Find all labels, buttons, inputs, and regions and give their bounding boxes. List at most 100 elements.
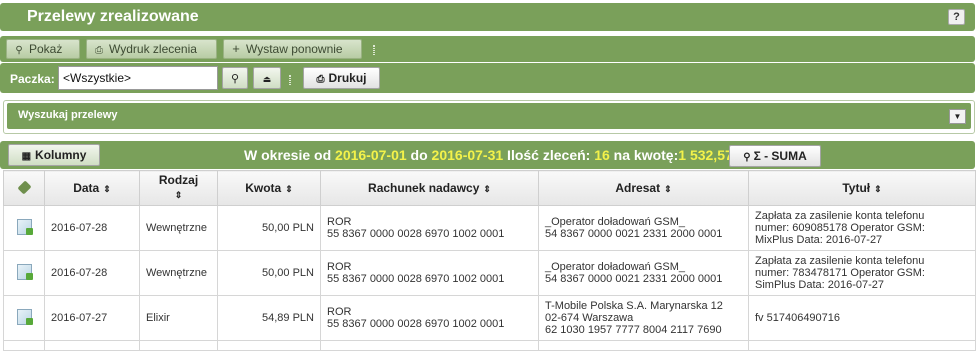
cell-title: Zapłata za zasilenie konta telefonu numer… (748, 205, 976, 251)
recipient-line: _Operator doładowań GSM_ (545, 261, 686, 273)
eject-button[interactable]: ⏏ (253, 67, 281, 89)
action-toolbar: ⚲ Pokaż ⎙ Wydruk zlecenia + Wystaw ponownie (0, 36, 975, 62)
search-icon: ⚲ (743, 152, 751, 163)
title-line: fv 517406490716 (755, 312, 841, 324)
summary-text: W okresie od 2016-07-01 do 2016-07-31 Il… (244, 147, 733, 163)
table-row[interactable]: 2016-07-27 Elixir 54,89 PLN ROR 55 8367 0… (3, 295, 976, 341)
eject-icon: ⏏ (262, 74, 272, 84)
cell-recipient: T-Mobile Polska S.A. Marynarska 12 02-674… (538, 295, 749, 341)
table-row[interactable]: 2016-07-28 Wewnętrzne 50,00 PLN ROR 55 83… (3, 250, 976, 296)
toolbar-separator (289, 75, 291, 85)
total-amount: 1 532,57 (678, 147, 733, 163)
print-order-label: Wydruk zlecenia (109, 42, 197, 56)
search-icon: ⚲ (230, 73, 240, 85)
header-date[interactable]: Data ⇕ (44, 170, 140, 206)
sender-name: ROR (327, 261, 352, 273)
cell-sender: ROR 55 8367 0000 0028 6970 1002 0001 (320, 205, 539, 251)
summary-amount-label: na kwotę: (609, 147, 679, 163)
summary-period-label: W okresie od (244, 147, 336, 163)
printer-icon: ⎙ (316, 74, 325, 85)
help-button[interactable]: ? (948, 9, 965, 25)
cell-type: Elixir (139, 295, 218, 341)
header-amount-label: Kwota (245, 181, 282, 195)
header-recipient[interactable]: Adresat ⇕ (538, 170, 749, 206)
sort-icon: ⇕ (174, 190, 183, 200)
cell-amount: 50,00 PLN (217, 250, 321, 296)
chevron-down-icon: ▼ (953, 112, 962, 121)
search-panel-title: Wyszukaj przelewy (18, 109, 118, 121)
title-line: numer: 609085178 Operator GSM: (755, 222, 925, 234)
date-from: 2016-07-01 (335, 147, 407, 163)
cell-type: Wewnętrzne (139, 205, 218, 251)
header-date-label: Data (73, 181, 100, 195)
page-title: Przelewy zrealizowane (27, 8, 199, 25)
recipient-line: 62 1030 1957 7777 8004 2117 7690 (545, 324, 722, 336)
show-button[interactable]: ⚲ Pokaż (6, 39, 80, 59)
sender-account: 55 8367 0000 0028 6970 1002 0001 (327, 273, 505, 285)
batch-input[interactable]: <Wszystkie> (58, 66, 218, 90)
recipient-line: T-Mobile Polska S.A. Marynarska 12 (545, 300, 723, 312)
sort-icon: ⇕ (103, 184, 111, 194)
title-line: Zapłata za zasilenie konta telefonu (755, 210, 925, 222)
expand-button[interactable]: ▼ (949, 109, 966, 124)
header-title-label: Tytuł (842, 181, 871, 195)
cell-sender: ROR 55 8367 0000 0028 6970 1002 0001 (320, 295, 539, 341)
sender-name: ROR (327, 216, 352, 228)
sort-icon: ⇕ (664, 184, 672, 194)
header-sender-account[interactable]: Rachunek nadawcy ⇕ (320, 170, 539, 206)
summary-bar: ▦ Kolumny W okresie od 2016-07-01 do 2016… (0, 141, 975, 169)
batch-search-button[interactable]: ⚲ (222, 67, 248, 89)
header-amount[interactable]: Kwota ⇕ (217, 170, 321, 206)
search-panel-header[interactable]: Wyszukaj przelewy ▼ (7, 103, 971, 129)
search-icon: ⚲ (15, 45, 23, 56)
batch-label: Paczka: (10, 72, 55, 86)
table-row[interactable] (3, 340, 976, 351)
cell-title: Zapłata za zasilenie konta telefonu numer… (748, 250, 976, 296)
batch-toolbar: Paczka: <Wszystkie> ⚲ ⏏ ⎙ Drukuj (0, 63, 975, 93)
header-recipient-label: Adresat (615, 181, 661, 195)
document-icon[interactable] (16, 308, 33, 325)
cell-amount: 50,00 PLN (217, 205, 321, 251)
grid-icon: ▦ (21, 151, 32, 162)
reissue-button[interactable]: + Wystaw ponownie (223, 39, 362, 59)
title-bar: Przelewy zrealizowane ? (0, 3, 975, 31)
cell-date: 2016-07-27 (44, 295, 140, 341)
document-icon[interactable] (16, 263, 33, 280)
show-button-label: Pokaż (29, 42, 63, 56)
title-line: SimPlus Data: 2016-07-27 (755, 279, 885, 291)
title-line: Zapłata za zasilenie konta telefonu (755, 255, 925, 267)
sum-button-label: Σ - SUMA (753, 149, 807, 163)
search-panel: Wyszukaj przelewy ▼ (3, 100, 975, 134)
tag-icon (16, 180, 32, 195)
recipient-line: _Operator doładowań GSM_ (545, 216, 686, 228)
header-title[interactable]: Tytuł ⇕ (748, 170, 976, 206)
printer-icon: ⎙ (95, 45, 103, 56)
columns-button[interactable]: ▦ Kolumny (8, 144, 100, 166)
print-button[interactable]: ⎙ Drukuj (303, 67, 380, 89)
recipient-line: 54 8367 0000 0021 2331 2000 0001 (545, 273, 723, 285)
document-icon[interactable] (16, 218, 33, 235)
cell-date: 2016-07-28 (44, 250, 140, 296)
header-type[interactable]: Rodzaj ⇕ (139, 170, 218, 206)
print-order-button[interactable]: ⎙ Wydruk zlecenia (86, 39, 217, 59)
header-type-label: Rodzaj (158, 173, 199, 187)
cell-date: 2016-07-28 (44, 205, 140, 251)
title-line: numer: 783478171 Operator GSM: (755, 267, 925, 279)
cell-recipient: _Operator doładowań GSM_ 54 8367 0000 002… (538, 250, 749, 296)
cell-sender: ROR 55 8367 0000 0028 6970 1002 0001 (320, 250, 539, 296)
cell-type: Wewnętrzne (139, 250, 218, 296)
recipient-line: 02-674 Warszawa (545, 312, 634, 324)
title-line: MixPlus Data: 2016-07-27 (755, 234, 883, 246)
order-count: 16 (594, 147, 610, 163)
table-header-row: Data ⇕ Rodzaj ⇕ Kwota ⇕ Rachunek nadawcy ⇕ A… (3, 170, 976, 206)
table-row[interactable]: 2016-07-28 Wewnętrzne 50,00 PLN ROR 55 83… (3, 205, 976, 251)
transfers-table: Data ⇕ Rodzaj ⇕ Kwota ⇕ Rachunek nadawcy ⇕ A… (3, 170, 976, 351)
header-tag[interactable] (3, 170, 45, 206)
plus-icon: + (232, 41, 240, 56)
sender-account: 55 8367 0000 0028 6970 1002 0001 (327, 228, 505, 240)
sort-icon: ⇕ (483, 184, 491, 194)
recipient-line: 54 8367 0000 0021 2331 2000 0001 (545, 228, 723, 240)
sort-icon: ⇕ (285, 184, 293, 194)
header-sender-label: Rachunek nadawcy (368, 181, 480, 195)
sum-button[interactable]: ⚲ Σ - SUMA (729, 145, 821, 167)
